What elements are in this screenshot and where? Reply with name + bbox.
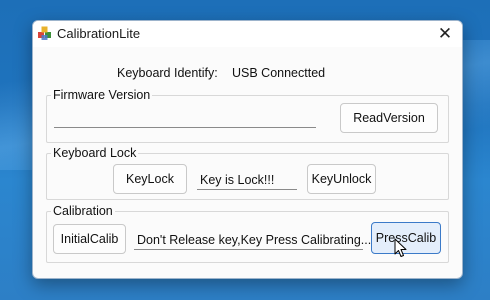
key-lock-button[interactable]: KeyLock [113, 164, 187, 194]
initial-calib-button[interactable]: InitialCalib [53, 224, 126, 254]
firmware-version-field[interactable] [54, 110, 316, 128]
close-button[interactable]: ✕ [428, 21, 462, 47]
mouse-pointer-icon [394, 238, 407, 257]
keyboard-identify-label: Keyboard Identify: [117, 66, 218, 80]
keyboard-lock-title: Keyboard Lock [51, 146, 139, 160]
calibration-status-field: Don't Release key,Key Press Calibrating.… [134, 231, 371, 250]
calibration-title: Calibration [51, 204, 115, 218]
read-version-button[interactable]: ReadVersion [340, 103, 438, 133]
app-cubes-icon [38, 26, 51, 40]
keyboard-identify-value: USB Connectted [232, 66, 326, 80]
close-icon: ✕ [437, 24, 453, 43]
firmware-version-title: Firmware Version [51, 88, 153, 102]
window-title: CalibrationLite [57, 26, 141, 41]
title-bar[interactable]: CalibrationLite ✕ [33, 21, 462, 47]
key-unlock-button[interactable]: KeyUnlock [307, 164, 376, 194]
key-lock-status-field: Key is Lock!!! [197, 171, 297, 190]
